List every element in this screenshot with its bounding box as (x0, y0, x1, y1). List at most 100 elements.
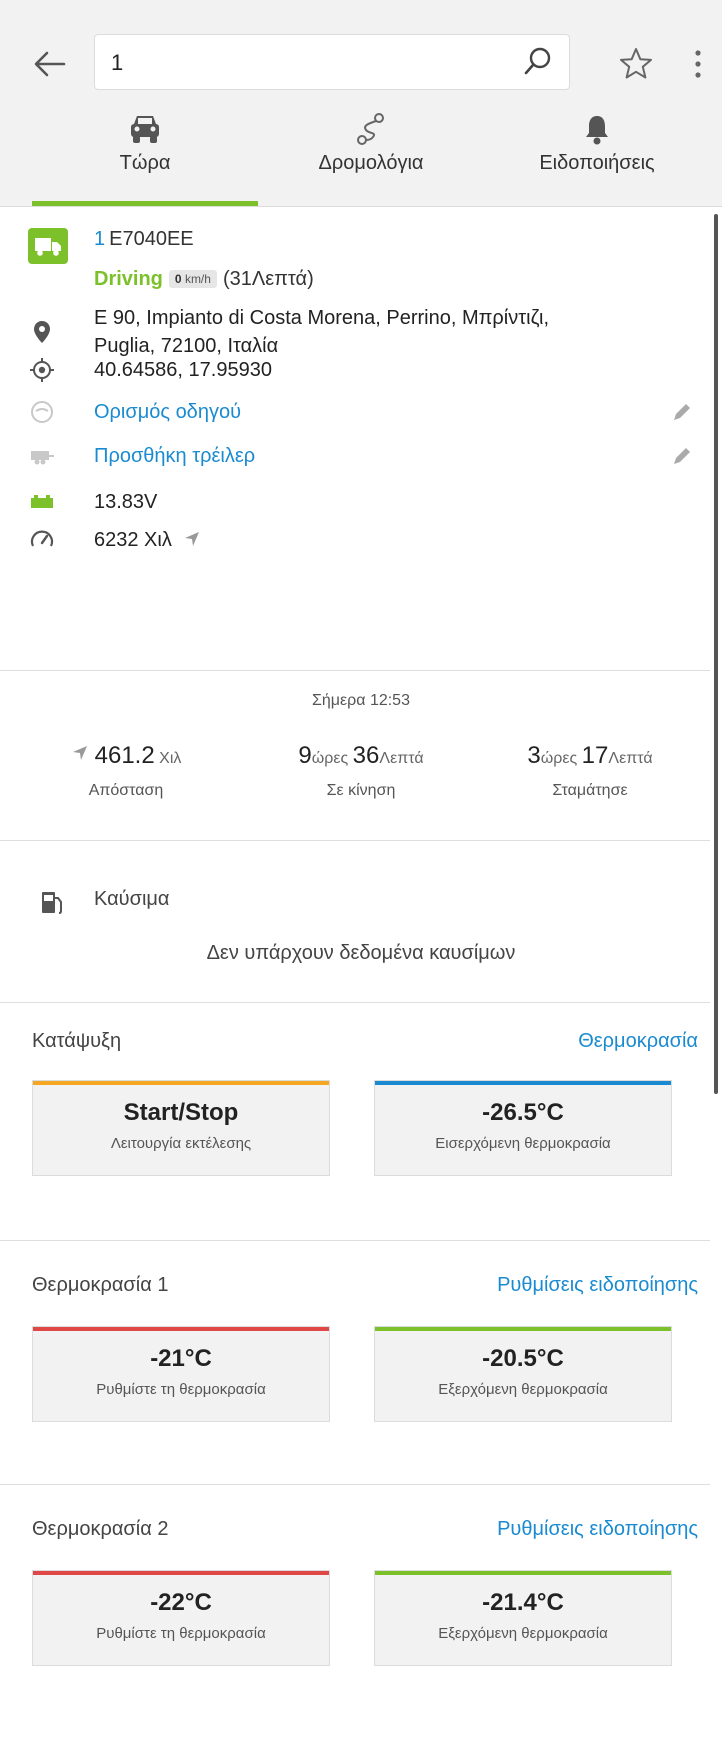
stopped-minutes: 17 (581, 742, 609, 769)
fuel-empty-message: Δεν υπάρχουν δεδομένα καυσίμων (206, 942, 516, 964)
freezer-title: Κατάψυξη (32, 1030, 122, 1052)
temperature-2-alert-settings-link[interactable]: Ρυθμίσεις ειδοποίησης (497, 1518, 698, 1541)
moving-hours-unit: ώρες (311, 750, 349, 767)
temperature-2-setpoint-card: -22°C Ρυθμίστε τη θερμοκρασία (32, 1570, 330, 1666)
distance-caption: Απόσταση (88, 782, 164, 799)
crosshair-icon (30, 358, 54, 382)
more-vertical-icon[interactable] (688, 44, 708, 84)
fuel-title: Καύσιμα (94, 888, 170, 910)
edit-pencil-icon[interactable] (670, 444, 694, 468)
stat-moving: 9ώρες 36Λεπτά Σε κίνηση (241, 742, 481, 800)
stat-distance: 461.2 Χιλ Απόσταση (6, 742, 246, 800)
card-value: -20.5°C (482, 1345, 564, 1372)
freezer-mode-card: Start/Stop Λειτουργία εκτέλεσης (32, 1080, 330, 1176)
vehicle-number: 1 (94, 228, 106, 250)
card-value: -21.4°C (482, 1589, 564, 1616)
address-row: E 90, Impianto di Costa Morena, Perrino,… (28, 304, 718, 364)
card-accent-bar (33, 1327, 329, 1331)
moving-minutes-unit: Λεπτά (379, 750, 424, 767)
coordinates-text: 40.64586, 17.95930 (94, 359, 272, 381)
card-accent-bar (375, 1081, 671, 1085)
fuel-section (0, 840, 710, 1003)
star-icon[interactable] (616, 44, 656, 84)
back-arrow-icon[interactable] (28, 42, 72, 86)
stopped-hours-unit: ώρες (540, 750, 578, 767)
vehicle-plate: E7040EE (109, 228, 194, 250)
navigation-arrow-icon (185, 532, 200, 546)
set-driver-link[interactable]: Ορισμός οδηγού (94, 398, 241, 426)
stats-date: Σήμερα 12:53 (312, 692, 410, 709)
card-value: -22°C (150, 1589, 212, 1616)
search-input[interactable] (109, 45, 513, 81)
tab-notifications-label: Ειδοποιήσεις (539, 152, 655, 174)
distance-value: 461.2 (94, 742, 155, 769)
temperature-1-outgoing-card: -20.5°C Εξερχόμενη θερμοκρασία (374, 1326, 672, 1422)
car-icon (131, 116, 159, 143)
temperature-1-setpoint-card: -21°C Ρυθμίστε τη θερμοκρασία (32, 1326, 330, 1422)
stopped-hours: 3 (527, 742, 541, 769)
tab-routes-label: Δρομολόγια (318, 152, 424, 174)
route-icon (357, 113, 384, 145)
temperature-2-title: Θερμοκρασία 2 (32, 1518, 169, 1540)
coordinates-row: 40.64586, 17.95930 (28, 356, 718, 386)
status-line: Driving 0 km/h (31Λεπτά) (94, 268, 314, 291)
edit-pencil-icon[interactable] (670, 400, 694, 424)
tab-routes[interactable]: Δρομολόγια (258, 110, 484, 206)
tab-now[interactable]: Τώρα (32, 110, 258, 206)
freezer-incoming-temp-card: -26.5°C Εισερχόμενη θερμοκρασία (374, 1080, 672, 1176)
distance-unit: Χιλ (159, 750, 182, 767)
speed-badge: 0 km/h (168, 270, 217, 288)
card-caption: Εξερχόμενη θερμοκρασία (438, 1381, 608, 1398)
location-pin-icon (34, 321, 50, 343)
driver-row: Ορισμός οδηγού (28, 398, 718, 428)
card-caption: Ρυθμίστε τη θερμοκρασία (96, 1381, 266, 1398)
odometer-value: 6232 Χιλ (94, 529, 172, 551)
stat-stopped: 3ώρες 17Λεπτά Σταμάτησε (470, 742, 710, 800)
speed-unit: km/h (184, 272, 211, 286)
card-accent-bar (33, 1081, 329, 1085)
moving-minutes: 36 (352, 742, 380, 769)
temperature-1-alert-settings-link[interactable]: Ρυθμίσεις ειδοποίησης (497, 1274, 698, 1297)
tab-notifications[interactable]: Ειδοποιήσεις (484, 110, 710, 206)
truck-icon (35, 238, 61, 256)
moving-hours: 9 (298, 742, 312, 769)
card-value: -26.5°C (482, 1099, 564, 1126)
stopped-caption: Σταμάτησε (552, 782, 628, 799)
status-text: Driving (94, 268, 163, 290)
card-accent-bar (375, 1327, 671, 1331)
card-accent-bar (33, 1571, 329, 1575)
navigation-arrow-icon (72, 746, 87, 760)
card-caption: Λειτουργία εκτέλεσης (110, 1135, 252, 1152)
card-value: -21°C (150, 1345, 212, 1372)
driver-icon (31, 401, 53, 423)
fuel-pump-icon (42, 892, 62, 914)
card-value: Start/Stop (123, 1099, 239, 1126)
bell-icon (586, 116, 608, 145)
temperature-2-outgoing-card: -21.4°C Εξερχόμενη θερμοκρασία (374, 1570, 672, 1666)
battery-icon (31, 495, 53, 508)
odometer-row: 6232 Χιλ (28, 526, 718, 556)
card-caption: Εισερχόμενη θερμοκρασία (435, 1135, 611, 1152)
search-icon[interactable] (521, 45, 555, 79)
vehicle-status-badge (28, 228, 68, 264)
moving-caption: Σε κίνηση (326, 782, 396, 799)
temperature-1-title: Θερμοκρασία 1 (32, 1274, 169, 1296)
odometer-text: 6232 Χιλ (94, 526, 201, 554)
card-accent-bar (375, 1571, 671, 1575)
top-bar: Τώρα Δρομολόγια Ειδοποιήσεις (0, 0, 722, 207)
stopped-minutes-unit: Λεπτά (608, 750, 653, 767)
speed-value: 0 (174, 272, 182, 286)
battery-row: 13.83V (28, 488, 718, 518)
tab-now-label: Τώρα (119, 152, 171, 174)
freezer-temperature-link[interactable]: Θερμοκρασία (578, 1030, 698, 1053)
card-caption: Ρυθμίστε τη θερμοκρασία (96, 1625, 266, 1642)
add-trailer-link[interactable]: Προσθήκη τρέιλερ (94, 442, 255, 470)
card-caption: Εξερχόμενη θερμοκρασία (438, 1625, 608, 1642)
speedometer-icon (30, 530, 54, 547)
voltage-text: 13.83V (94, 491, 158, 513)
vehicle-identifier[interactable]: 1 E7040EE (94, 228, 194, 251)
trailer-icon (31, 451, 54, 465)
address-line-1: E 90, Impianto di Costa Morena, Perrino,… (94, 307, 550, 329)
status-duration: (31Λεπτά) (222, 268, 314, 290)
address-text: E 90, Impianto di Costa Morena, Perrino,… (94, 304, 549, 360)
